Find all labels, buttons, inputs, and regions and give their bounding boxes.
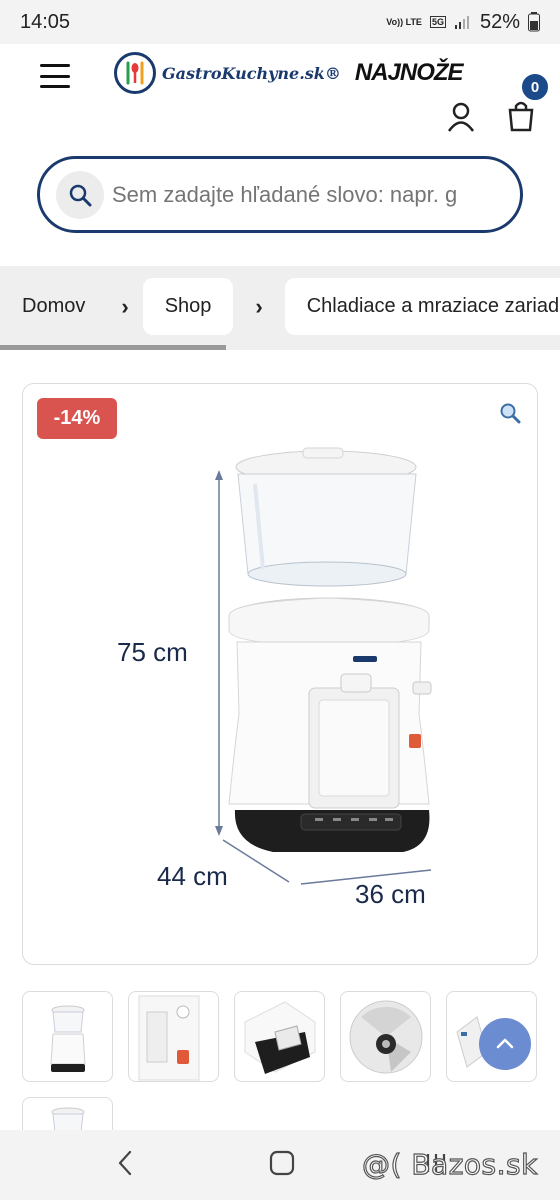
watermark: @( Bazos.sk: [361, 1147, 538, 1181]
breadcrumb-scrollbar[interactable]: [0, 345, 226, 350]
home-icon[interactable]: [268, 1148, 296, 1183]
battery-percent: 52%: [479, 10, 520, 33]
product-thumbnail[interactable]: [22, 991, 113, 1082]
logo-brand-2: NAJNOŽE: [354, 59, 464, 86]
product-thumbnail[interactable]: [128, 991, 219, 1082]
dimension-height: 75 cm: [117, 637, 188, 667]
product-thumbnail[interactable]: [234, 991, 325, 1082]
breadcrumb-item-home[interactable]: Domov: [0, 278, 107, 335]
breadcrumb-item-shop[interactable]: Shop: [142, 278, 234, 335]
signal-icon: [454, 16, 469, 29]
product-photo: [215, 447, 432, 885]
hamburger-icon[interactable]: [40, 64, 70, 88]
dimension-width: 36 cm: [355, 879, 426, 909]
cart-count-badge[interactable]: 0: [520, 72, 550, 102]
logo-cutlery-icon: [114, 52, 156, 94]
product-thumbnail[interactable]: [340, 991, 431, 1082]
breadcrumb: Domov › Shop › Chladiace a mraziace zari…: [0, 266, 560, 350]
scroll-to-top-button[interactable]: [479, 1018, 531, 1070]
site-logo[interactable]: GastroKuchyne.sk® NAJNOŽE: [114, 52, 464, 94]
status-bar: 14:05 Vo)) LTE 5G 52%: [0, 0, 560, 44]
search-input[interactable]: [112, 181, 492, 208]
product-image-card[interactable]: -14% 75 cm 44 cm 36 cm: [22, 383, 538, 965]
chevron-right-icon: ›: [255, 293, 263, 319]
status-time: 14:05: [20, 10, 71, 33]
back-icon[interactable]: [114, 1148, 136, 1183]
logo-text: GastroKuchyne.sk®: [162, 63, 341, 83]
site-header: GastroKuchyne.sk® NAJNOŽE: [0, 44, 560, 154]
shopping-bag-icon[interactable]: [506, 100, 536, 137]
volte-indicator: Vo)) LTE: [386, 17, 422, 27]
user-icon[interactable]: [446, 102, 476, 137]
chevron-right-icon: ›: [121, 293, 129, 319]
dimension-depth: 44 cm: [157, 861, 228, 891]
search-icon[interactable]: [56, 170, 104, 219]
breadcrumb-item-category[interactable]: Chladiace a mraziace zariadenia: [284, 278, 560, 335]
search-bar[interactable]: [37, 156, 523, 233]
network-indicator: 5G: [429, 16, 446, 28]
battery-icon: [528, 12, 540, 32]
chevron-up-icon: [496, 1038, 514, 1049]
